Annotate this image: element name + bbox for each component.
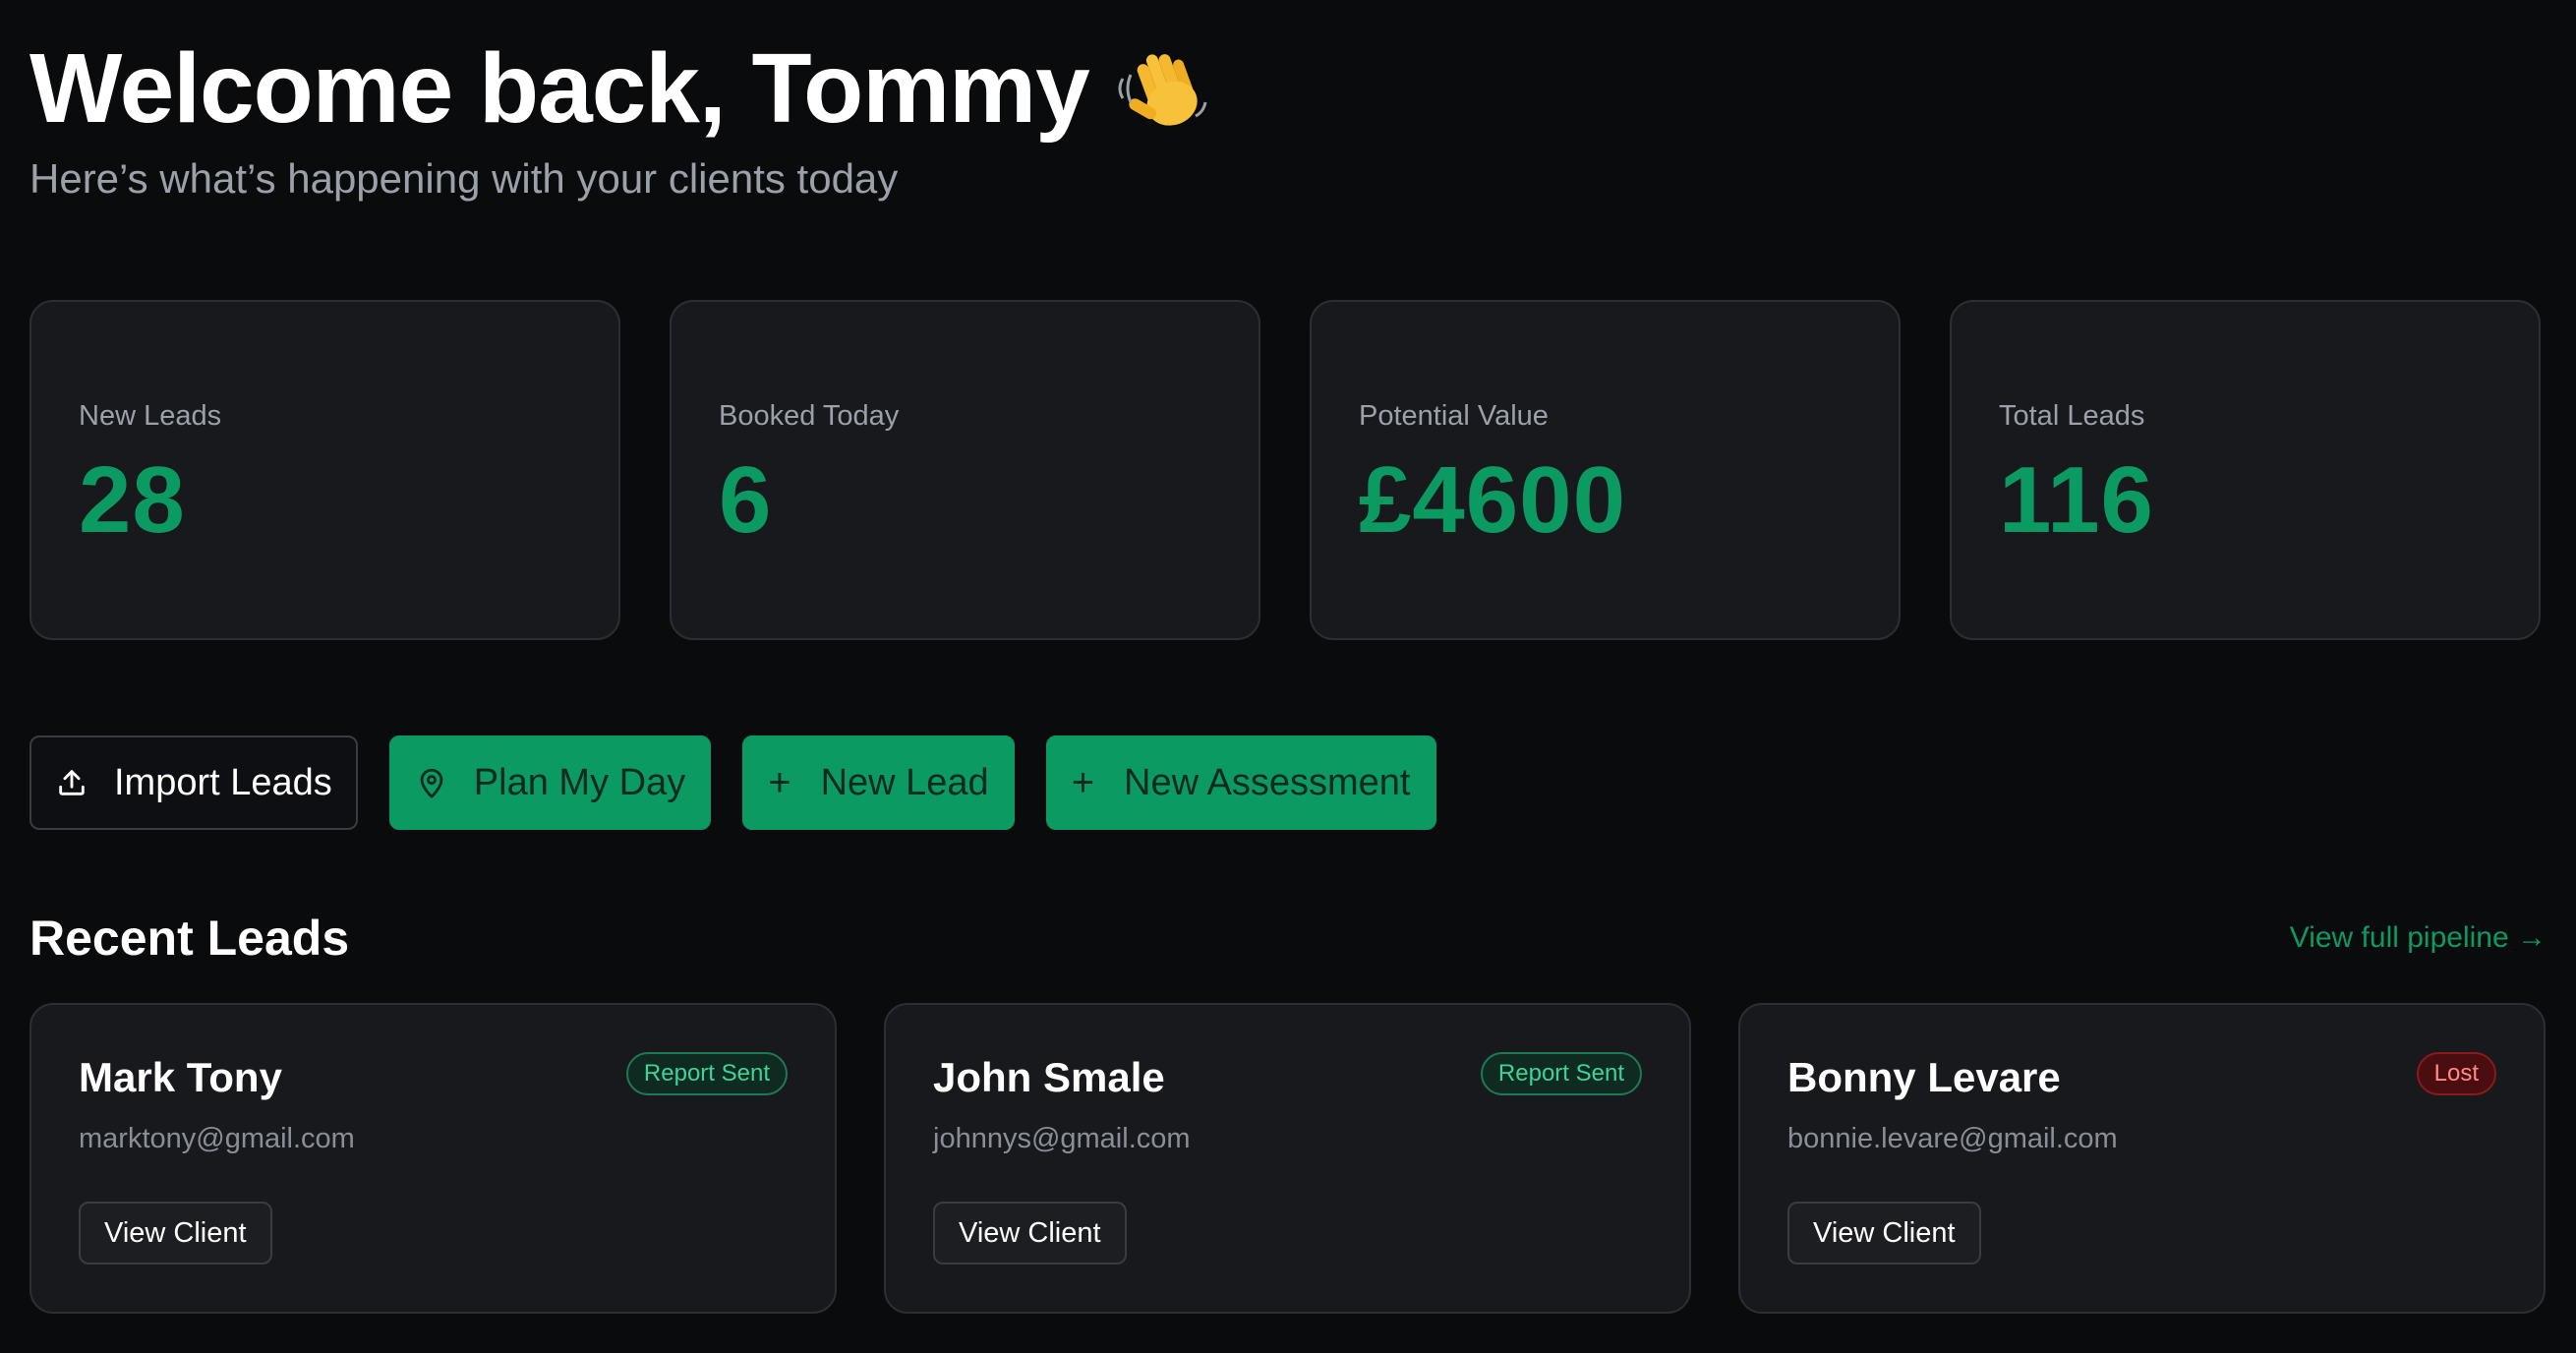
status-badge: Report Sent — [625, 1052, 788, 1095]
new-assessment-button[interactable]: + New Assessment — [1045, 735, 1436, 830]
status-badge: Lost — [2416, 1052, 2496, 1095]
lead-email: bonnie.levare@gmail.com — [1787, 1123, 2118, 1154]
lead-card: Mark Tony marktony@gmail.com Report Sent… — [29, 1003, 837, 1314]
stat-label: Booked Today — [719, 400, 900, 432]
new-lead-label: New Lead — [820, 761, 989, 803]
stat-value: 116 — [1999, 447, 2154, 553]
lead-email: marktony@gmail.com — [79, 1123, 355, 1154]
stat-label: Potential Value — [1359, 400, 1549, 432]
new-assessment-label: New Assessment — [1124, 761, 1411, 803]
stat-value: 6 — [719, 447, 773, 553]
plan-my-day-button[interactable]: Plan My Day — [388, 735, 712, 830]
lead-name: Bonny Levare — [1787, 1054, 2061, 1100]
view-client-button[interactable]: View Client — [933, 1202, 1127, 1265]
dashboard-page: Welcome back, Tommy Here’s what’s happen… — [0, 0, 2576, 1353]
map-pin-icon — [415, 766, 448, 799]
stat-card-booked-today: Booked Today 6 — [670, 300, 1260, 640]
import-leads-label: Import Leads — [114, 761, 332, 803]
plan-my-day-label: Plan My Day — [473, 761, 686, 803]
status-badge: Report Sent — [1480, 1052, 1642, 1095]
view-client-button[interactable]: View Client — [79, 1202, 272, 1265]
recent-leads-header: Recent Leads View full pipeline → — [29, 910, 2547, 967]
view-client-button[interactable]: View Client — [1787, 1202, 1981, 1265]
lead-email: johnnys@gmail.com — [933, 1123, 1191, 1154]
plus-icon: + — [768, 760, 791, 804]
stats-row: New Leads 28 Booked Today 6 Potential Va… — [29, 300, 2541, 640]
action-buttons: Import Leads Plan My Day + New Lead + Ne… — [29, 735, 1436, 830]
upload-icon — [55, 766, 88, 799]
page-title: Welcome back, Tommy — [29, 29, 1211, 147]
stat-value: £4600 — [1359, 447, 1626, 553]
waving-hand-icon — [1113, 39, 1211, 138]
lead-card: Bonny Levare bonnie.levare@gmail.com Los… — [1738, 1003, 2546, 1314]
stat-label: New Leads — [79, 400, 222, 432]
stat-card-total-leads: Total Leads 116 — [1950, 300, 2541, 640]
page-header: Welcome back, Tommy Here’s what’s happen… — [29, 29, 1211, 203]
stat-card-new-leads: New Leads 28 — [29, 300, 620, 640]
welcome-text: Welcome back, Tommy — [29, 33, 1090, 144]
recent-leads-list: Mark Tony marktony@gmail.com Report Sent… — [29, 1003, 2546, 1314]
stat-value: 28 — [79, 447, 186, 553]
recent-leads-title: Recent Leads — [29, 911, 350, 966]
import-leads-button[interactable]: Import Leads — [29, 735, 358, 830]
new-lead-button[interactable]: + New Lead — [742, 735, 1015, 830]
plus-icon: + — [1071, 760, 1095, 804]
stat-card-potential-value: Potential Value £4600 — [1310, 300, 1901, 640]
page-subtitle: Here’s what’s happening with your client… — [29, 155, 899, 202]
view-full-pipeline-link[interactable]: View full pipeline → — [2290, 921, 2547, 955]
stat-label: Total Leads — [1999, 400, 2145, 432]
lead-card: John Smale johnnys@gmail.com Report Sent… — [884, 1003, 1691, 1314]
